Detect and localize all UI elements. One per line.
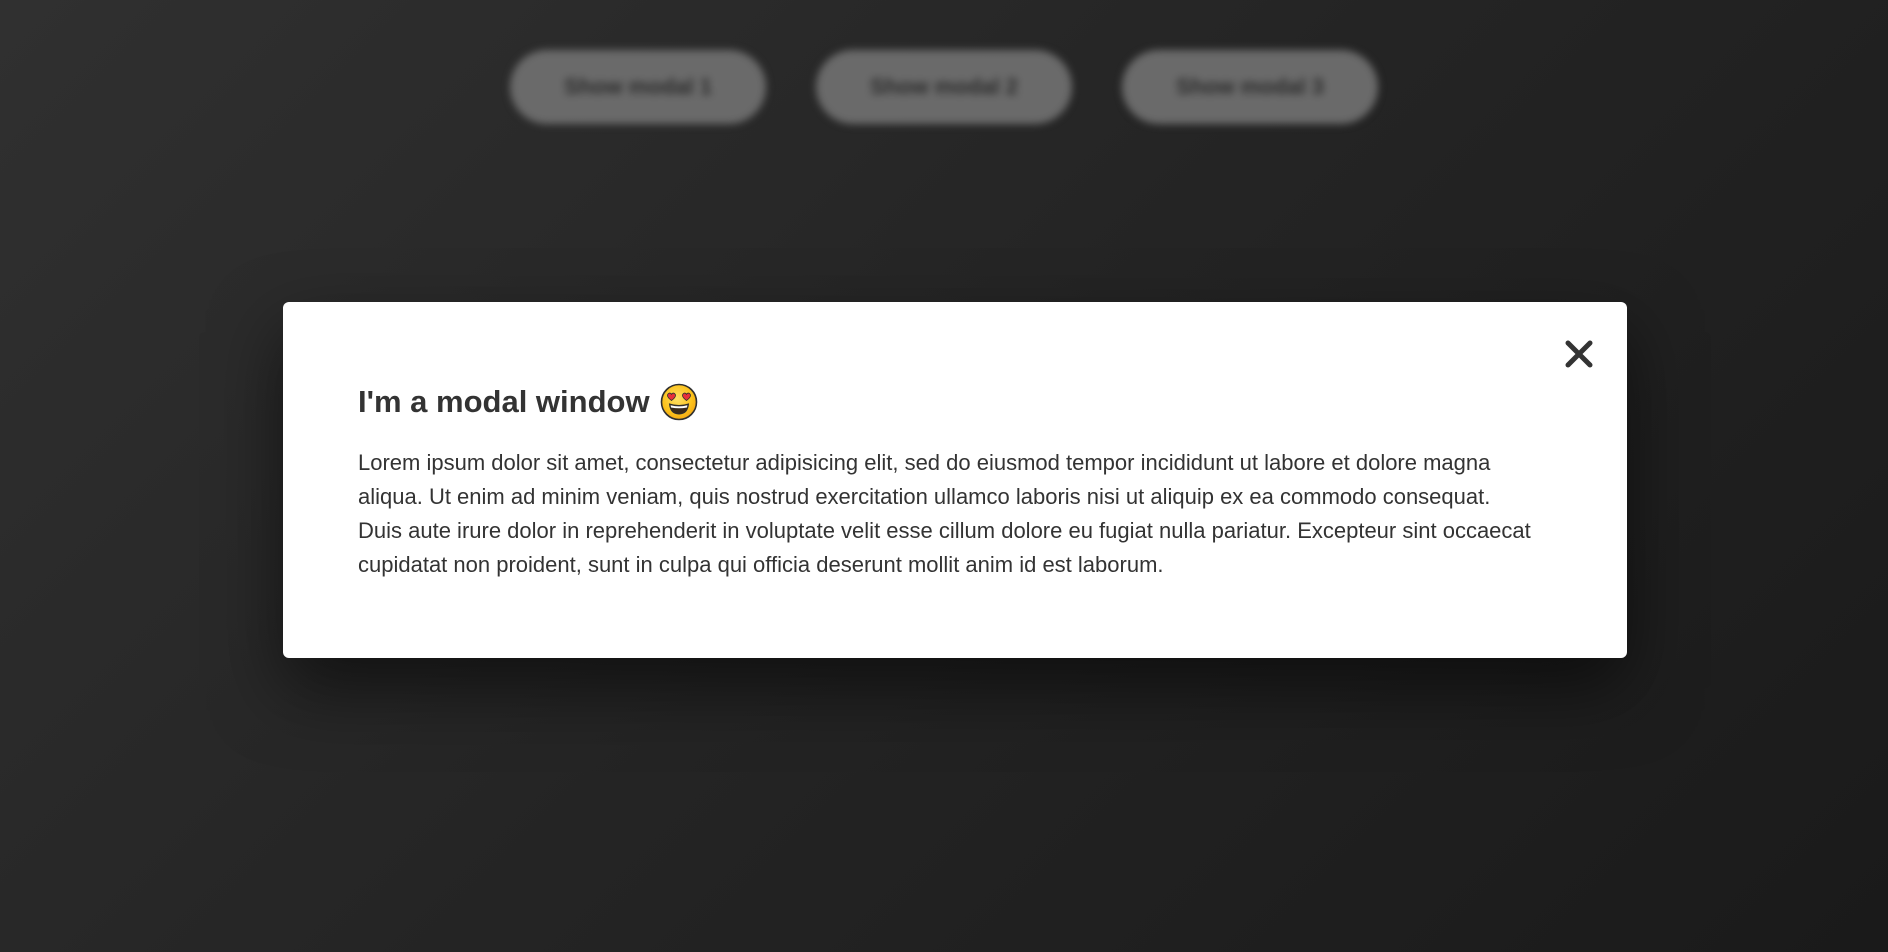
modal-window: I'm a modal window Lorem ipsum dolor sit… [283, 302, 1627, 658]
modal-title-text: I'm a modal window [358, 384, 650, 419]
heart-eyes-emoji-icon [660, 383, 697, 421]
close-icon [1565, 340, 1593, 368]
show-modal-3-button: Show modal 3 [1122, 50, 1378, 124]
close-button[interactable] [1557, 332, 1601, 376]
show-modal-1-button: Show modal 1 [510, 50, 766, 124]
background-button-row: Show modal 1 Show modal 2 Show modal 3 [0, 50, 1888, 124]
modal-title: I'm a modal window [358, 380, 1552, 424]
modal-body-text: Lorem ipsum dolor sit amet, consectetur … [358, 450, 1531, 577]
show-modal-2-button: Show modal 2 [816, 50, 1072, 124]
